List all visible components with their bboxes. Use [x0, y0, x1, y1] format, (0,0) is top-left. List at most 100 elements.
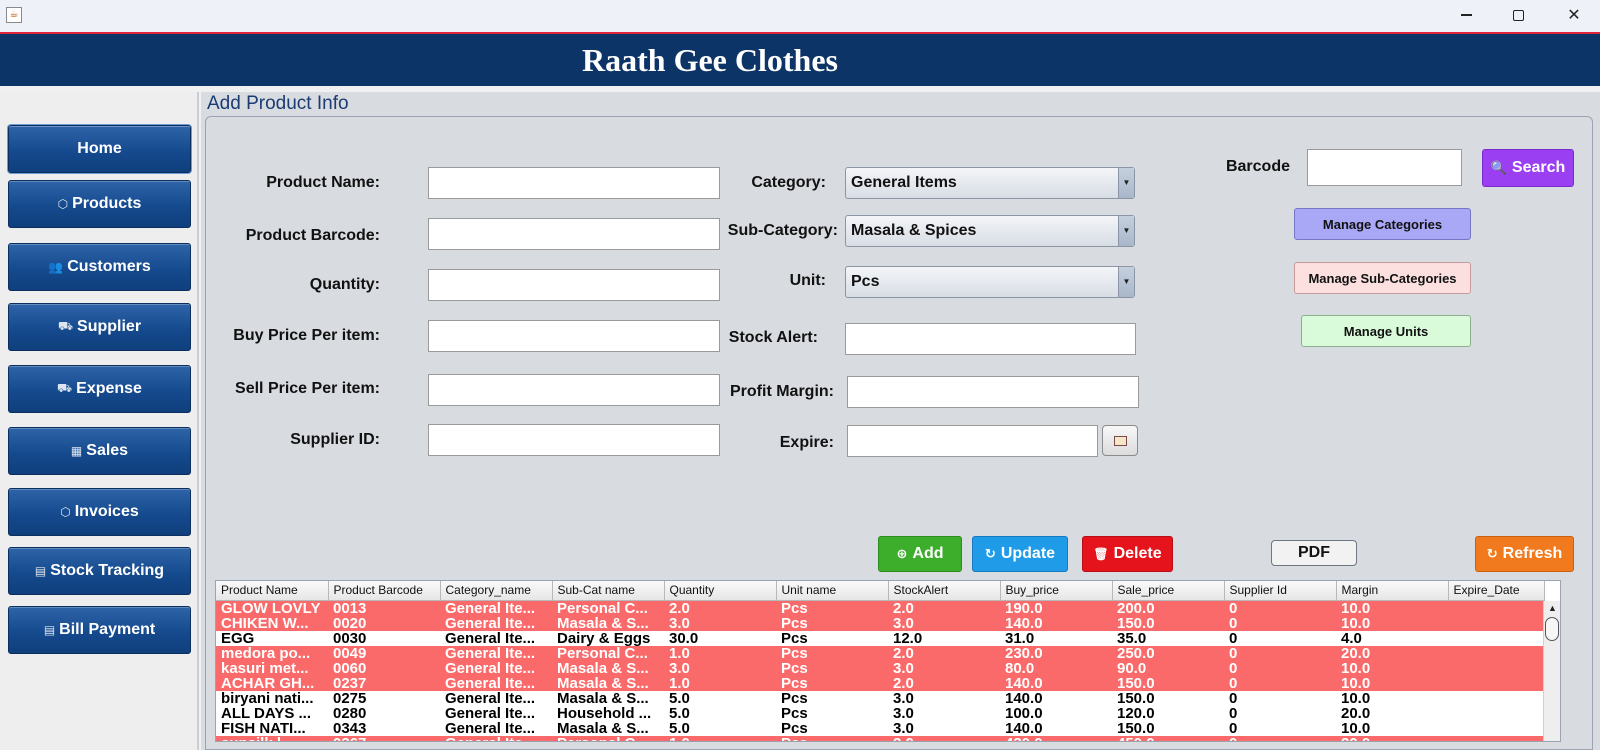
table-cell: 0 — [1224, 630, 1336, 646]
table-cell: 0060 — [328, 660, 440, 676]
add-button[interactable]: ⊕ Add — [878, 536, 962, 572]
quantity-field[interactable] — [428, 269, 720, 301]
column-header[interactable]: Expire_Date — [1448, 581, 1545, 601]
buy-price-field[interactable] — [428, 320, 720, 352]
chevron-down-icon: ▼ — [1118, 168, 1134, 198]
sidebar-item-label: Products — [72, 195, 142, 212]
table-cell: ACHAR GH... — [216, 675, 328, 691]
table-row[interactable]: GLOW LOVLY 0013 General Ite... Personal C..… — [216, 600, 1544, 616]
table-row[interactable]: kasuri met... 0060 General Ite... Masala & … — [216, 660, 1544, 676]
table-cell: 10.0 — [1336, 690, 1448, 706]
table-cell: 10.0 — [1336, 675, 1448, 691]
manage-categories-button[interactable]: Manage Categories — [1294, 208, 1471, 240]
box-icon: ⬡ — [57, 197, 69, 211]
table-cell: Dairy & Eggs — [552, 630, 664, 646]
plus-icon: ⊕ — [896, 546, 908, 561]
column-header[interactable]: Supplier Id — [1224, 581, 1337, 601]
table-cell: 2.0 — [664, 600, 776, 616]
table-row[interactable]: medora po... 0049 General Ite... Personal C… — [216, 645, 1544, 661]
search-button[interactable]: 🔍 Search — [1482, 149, 1574, 187]
column-header[interactable]: Quantity — [664, 581, 777, 601]
sidebar-item-label: Sales — [86, 442, 129, 459]
table-cell: 0 — [1224, 615, 1336, 631]
column-header[interactable]: Product Name — [216, 581, 329, 601]
subcategory-select[interactable]: Masala & Spices ▼ — [845, 215, 1135, 247]
table-cell — [1448, 720, 1544, 736]
profit-margin-field[interactable] — [847, 376, 1139, 408]
manage-subcategories-label: Manage Sub-Categories — [1308, 270, 1457, 286]
product-name-field[interactable] — [428, 167, 720, 199]
table-cell: General Ite... — [440, 660, 552, 676]
manage-units-button[interactable]: Manage Units — [1301, 315, 1471, 347]
sidebar-item-label: Stock Tracking — [50, 562, 165, 579]
table-cell: 1.0 — [664, 735, 776, 741]
table-cell: 120.0 — [1112, 705, 1224, 721]
close-button[interactable]: ✕ — [1546, 0, 1600, 30]
table-row[interactable]: FISH NATI... 0343 General Ite... Masala & S… — [216, 720, 1544, 736]
update-button[interactable]: ↻ Update — [972, 536, 1068, 572]
add-button-label: Add — [912, 545, 944, 562]
table-cell: 1.0 — [664, 675, 776, 691]
table-row[interactable]: ALL DAYS ... 0280 General Ite... Household … — [216, 705, 1544, 721]
subcategory-label: Sub-Category: — [727, 222, 838, 239]
table-cell — [1448, 645, 1544, 661]
table-cell — [1448, 690, 1544, 706]
sidebar-item-bill-payment[interactable]: ▤ Bill Payment — [8, 606, 191, 654]
manage-subcategories-button[interactable]: Manage Sub-Categories — [1294, 262, 1471, 294]
refresh-button-label: Refresh — [1502, 545, 1563, 562]
minimize-button[interactable] — [1438, 0, 1494, 30]
table-cell: Pcs — [776, 735, 888, 741]
sidebar-item-invoices[interactable]: ⬡ Invoices — [8, 488, 191, 536]
delete-button-label: Delete — [1113, 545, 1162, 562]
table-cell: Personal C... — [552, 735, 664, 741]
sidebar-item-supplier[interactable]: ⛟ Supplier — [8, 303, 191, 351]
column-header[interactable]: Unit name — [776, 581, 889, 601]
maximize-button[interactable] — [1490, 0, 1546, 30]
header-banner: Raath Gee Clothes — [0, 32, 1600, 86]
table-cell: 0237 — [328, 675, 440, 691]
column-header[interactable]: Product Barcode — [328, 581, 441, 601]
sidebar-item-products[interactable]: ⬡ Products — [8, 180, 191, 228]
refresh-button[interactable]: ↻ Refresh — [1475, 536, 1574, 572]
pdf-button[interactable]: PDF — [1271, 540, 1357, 566]
delete-button[interactable]: 🗑 Delete — [1082, 536, 1173, 572]
stock-alert-field[interactable] — [845, 323, 1136, 355]
product-barcode-field[interactable] — [428, 218, 720, 250]
sidebar-item-sales[interactable]: ▦ Sales — [8, 427, 191, 475]
table-cell — [1448, 600, 1544, 616]
sidebar-item-stock-tracking[interactable]: ▤ Stock Tracking — [8, 547, 191, 595]
barcode-search-field[interactable] — [1307, 149, 1462, 186]
column-header[interactable]: Margin — [1336, 581, 1449, 601]
column-header[interactable]: Sub-Cat name — [552, 581, 665, 601]
column-header[interactable]: Sale_price — [1112, 581, 1225, 601]
table-cell: GLOW LOVLY — [216, 600, 328, 616]
column-header[interactable]: StockAlert — [888, 581, 1001, 601]
column-header[interactable]: Category_name — [440, 581, 553, 601]
table-row[interactable]: sunsilk l...0367General Ite...Personal C… — [216, 735, 1544, 741]
supplier-id-field[interactable] — [428, 424, 720, 456]
sidebar-item-customers[interactable]: 👥 Customers — [8, 243, 191, 291]
table-cell: 10.0 — [1336, 660, 1448, 676]
date-picker-button[interactable] — [1102, 425, 1138, 456]
table-cell — [1448, 705, 1544, 721]
unit-select[interactable]: Pcs ▼ — [845, 266, 1135, 298]
table-row[interactable]: EGG 0030 General Ite... Dairy & Eggs 30.0 Pcs… — [216, 630, 1544, 646]
products-table[interactable]: Product Name Product Barcode Category_name… — [215, 580, 1561, 742]
scroll-up-icon[interactable]: ▲ — [1548, 603, 1557, 613]
sidebar-item-expense[interactable]: ⛟ Expense — [8, 365, 191, 413]
table-row[interactable]: ACHAR GH... 0237 General Ite... Masala & S.… — [216, 675, 1544, 691]
expire-date-field[interactable] — [847, 425, 1098, 457]
column-header[interactable]: Buy_price — [1000, 581, 1113, 601]
scrollbar-thumb[interactable] — [1545, 617, 1559, 641]
table-row[interactable]: biryani nati... 0275 General Ite... Masala … — [216, 690, 1544, 706]
stock-alert-label: Stock Alert: — [728, 329, 818, 346]
table-cell: 190.0 — [1000, 600, 1112, 616]
sell-price-field[interactable] — [428, 374, 720, 406]
table-scrollbar[interactable]: ▲ — [1543, 601, 1560, 741]
table-cell: 250.0 — [1112, 645, 1224, 661]
sidebar-item-home[interactable]: Home — [8, 125, 191, 173]
category-select-value: General Items — [851, 174, 957, 191]
table-row[interactable]: CHIKEN W... 0020 General Ite... Masala & S.… — [216, 615, 1544, 631]
table-cell: 0275 — [328, 690, 440, 706]
category-select[interactable]: General Items ▼ — [845, 167, 1135, 199]
